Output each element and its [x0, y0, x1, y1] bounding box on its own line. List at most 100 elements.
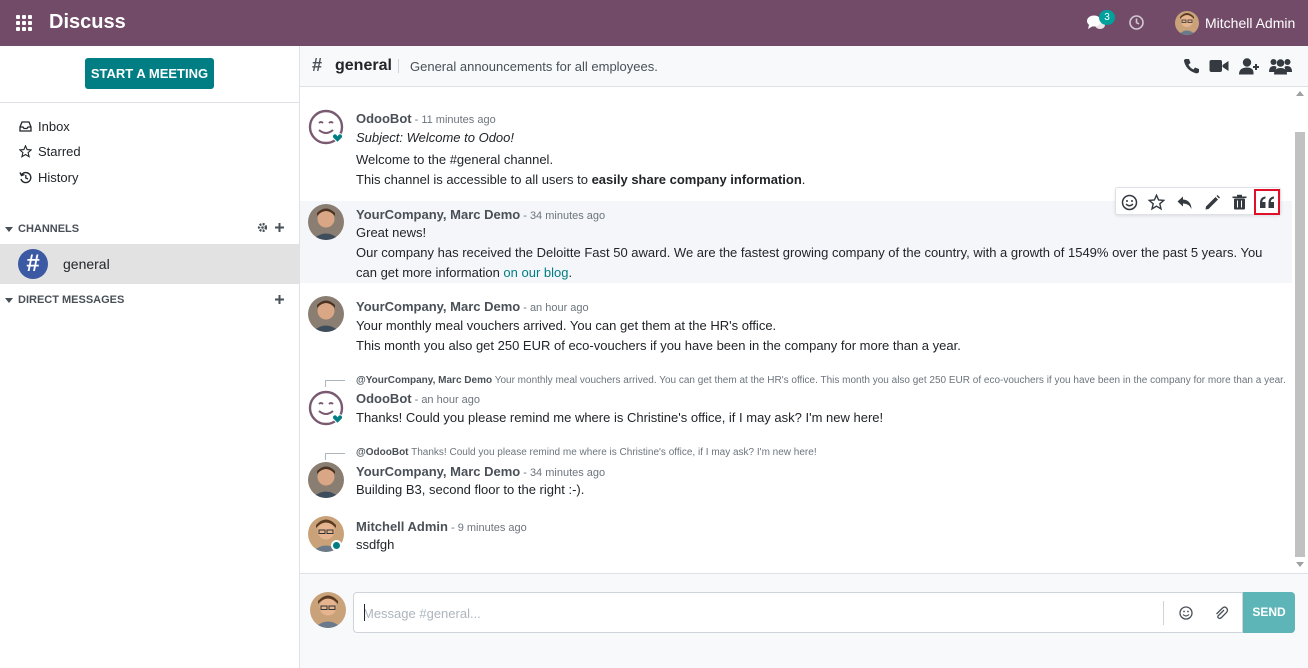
message-list[interactable]: OdooBot - 11 minutes ago Subject: Welcome… [300, 87, 1308, 573]
author-name[interactable]: Mitchell Admin [356, 519, 448, 534]
gear-icon[interactable] [257, 222, 268, 233]
discuss-sidebar: START A MEETING Inbox Starred History CH… [0, 46, 300, 668]
history-icon [19, 171, 32, 183]
video-icon[interactable] [1209, 57, 1229, 75]
clock-icon[interactable] [1128, 14, 1145, 31]
message-input[interactable] [363, 603, 1153, 623]
text-part: This channel is accessible to all users … [356, 172, 592, 187]
message-text: Great news! [356, 225, 427, 240]
author-name[interactable]: YourCompany, Marc Demo [356, 464, 520, 479]
channel-hash-icon: # [18, 249, 48, 279]
user-avatar[interactable] [1175, 11, 1199, 35]
message-author[interactable]: Mitchell Admin - 9 minutes ago [356, 519, 527, 534]
add-chat-icon[interactable] [274, 294, 285, 305]
message-text: This month you also get 250 EUR of eco-v… [356, 338, 961, 353]
composer-divider [1163, 601, 1164, 625]
delete-button[interactable] [1229, 192, 1249, 212]
chat-count-badge: 3 [1099, 10, 1115, 25]
message-body: Your monthly meal vouchers arrived. You … [356, 316, 1276, 356]
scrollbar-thumb[interactable] [1295, 132, 1305, 557]
reply-button[interactable] [1174, 192, 1194, 212]
message-item[interactable]: Mitchell Admin - 9 minutes ago ssdfgh [300, 512, 1292, 572]
caret-down-icon [5, 297, 13, 303]
phone-icon[interactable] [1183, 57, 1199, 75]
inbox-icon [19, 120, 32, 132]
author-name[interactable]: OdooBot [356, 391, 412, 406]
bold-text: easily share company information [591, 172, 802, 187]
reply-icon [1177, 196, 1191, 209]
star-message-button[interactable] [1146, 192, 1166, 212]
blog-link[interactable]: on our blog [503, 265, 568, 280]
text-part: can get more information [356, 265, 504, 280]
thread-description[interactable]: General announcements for all employees. [410, 59, 658, 74]
text-part: . [801, 172, 806, 187]
reply-connector [325, 380, 345, 387]
reply-context[interactable]: @OdooBot Thanks! Could you please remind… [356, 447, 1286, 458]
add-user-icon[interactable] [1238, 57, 1260, 75]
bot-heart-icon [332, 414, 343, 424]
message-date: - 9 minutes ago [450, 522, 527, 534]
members-icon[interactable] [1269, 57, 1292, 75]
sidebar-item-label: Starred [38, 143, 81, 159]
start-meeting-button[interactable]: START A MEETING [85, 58, 214, 89]
marc-demo-avatar[interactable] [308, 462, 344, 498]
sidebar-item-label: History [38, 169, 79, 185]
quote-button[interactable] [1254, 189, 1280, 215]
message-author[interactable]: OdooBot - 11 minutes ago [356, 111, 496, 126]
scroll-down-arrow-icon[interactable] [1296, 562, 1304, 567]
message-text: Our company has received the Deloitte Fa… [356, 245, 1263, 260]
author-name[interactable]: YourCompany, Marc Demo [356, 207, 520, 222]
channels-category-toggle[interactable]: CHANNELS [5, 223, 79, 235]
edit-icon [1205, 194, 1220, 209]
apps-menu-icon[interactable] [16, 15, 33, 32]
message-body: Subject: Welcome to Odoo! Welcome to the… [356, 128, 1276, 190]
emoji-icon[interactable] [1177, 604, 1195, 622]
composer-avatar [310, 592, 346, 628]
message-author[interactable]: OdooBot - an hour ago [356, 391, 480, 406]
user-name[interactable]: Mitchell Admin [1205, 15, 1295, 31]
marc-demo-avatar[interactable] [308, 204, 344, 240]
message-item[interactable]: @OdooBot Thanks! Could you please remind… [300, 442, 1292, 512]
message-date: - 34 minutes ago [523, 467, 606, 479]
message-action-bar [1115, 187, 1281, 215]
message-body: Building B3, second floor to the right :… [356, 480, 1276, 500]
message-text: Welcome to the #general channel. [356, 152, 554, 167]
paperclip-icon[interactable] [1212, 604, 1230, 622]
author-name[interactable]: OdooBot [356, 111, 412, 126]
message-item[interactable]: OdooBot - 11 minutes ago Subject: Welcome… [300, 101, 1292, 201]
channel-category-actions [257, 222, 285, 233]
send-button[interactable]: SEND [1243, 592, 1295, 633]
edit-button[interactable] [1202, 192, 1222, 212]
star-icon [19, 144, 32, 158]
sidebar-item-starred[interactable]: Starred [19, 141, 81, 161]
sidebar-item-general[interactable]: # general [0, 244, 299, 284]
message-item[interactable]: @YourCompany, Marc Demo Your monthly mea… [300, 369, 1292, 439]
reply-author: @OdooBot [356, 447, 409, 458]
message-item[interactable]: YourCompany, Marc Demo - an hour ago Your… [300, 283, 1292, 363]
reply-context[interactable]: @YourCompany, Marc Demo Your monthly mea… [356, 375, 1286, 386]
thread-name[interactable]: general [335, 57, 392, 75]
author-name[interactable]: YourCompany, Marc Demo [356, 299, 520, 314]
message-date: - 34 minutes ago [523, 210, 606, 222]
sidebar-item-inbox[interactable]: Inbox [19, 116, 70, 136]
top-navbar: Discuss 3 Mitchell Admin [0, 0, 1308, 46]
add-reaction-button[interactable] [1119, 192, 1139, 212]
sidebar-item-history[interactable]: History [19, 167, 78, 187]
marc-demo-avatar[interactable] [308, 296, 344, 332]
header-separator [398, 59, 399, 73]
channel-hash-icon: # [312, 55, 323, 75]
app-title[interactable]: Discuss [49, 11, 126, 34]
direct-messages-category-toggle[interactable]: DIRECT MESSAGES [5, 294, 124, 306]
message-author[interactable]: YourCompany, Marc Demo - 34 minutes ago [356, 464, 605, 479]
bot-heart-icon [332, 133, 343, 143]
message-author[interactable]: YourCompany, Marc Demo - an hour ago [356, 299, 589, 314]
scroll-up-arrow-icon[interactable] [1296, 91, 1304, 96]
message-author[interactable]: YourCompany, Marc Demo - 34 minutes ago [356, 207, 605, 222]
message-text: Building B3, second floor to the right :… [356, 482, 585, 497]
message-date: - an hour ago [523, 302, 589, 314]
text-part: . [568, 265, 573, 280]
quote-icon [1259, 196, 1274, 208]
message-text: can get more information on our blog. [356, 263, 1281, 283]
add-channel-icon[interactable] [274, 222, 285, 233]
message-composer: SEND [300, 573, 1308, 668]
